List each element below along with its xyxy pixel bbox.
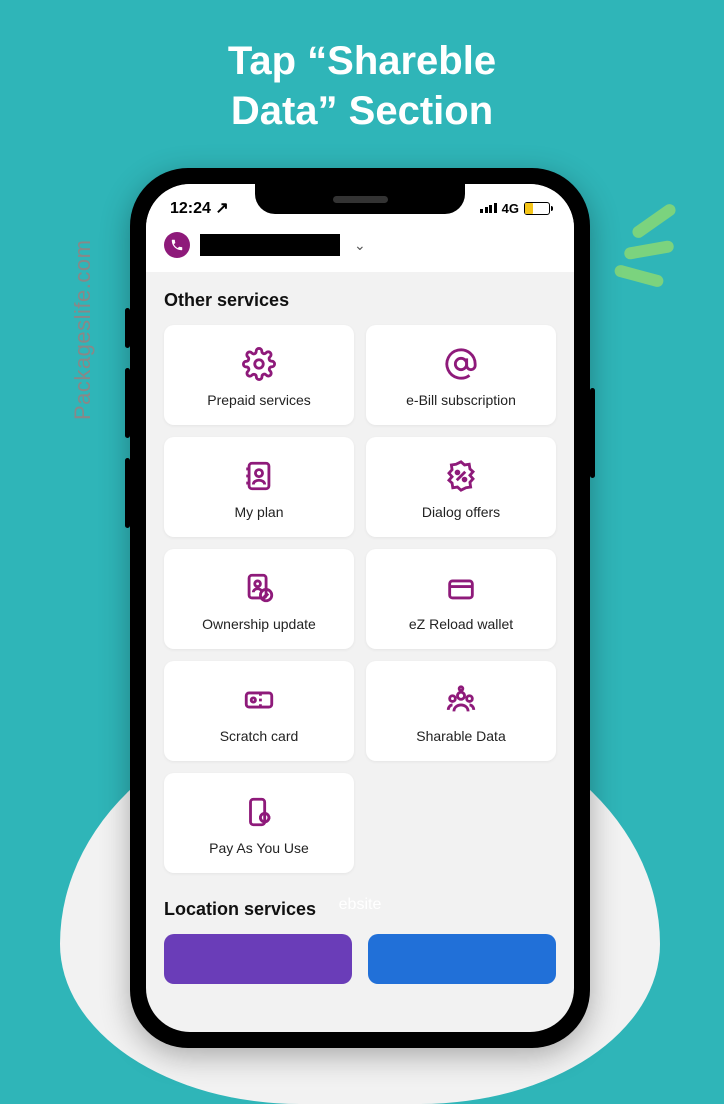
chevron-down-icon[interactable]: ⌄ xyxy=(354,237,366,254)
card-label: Prepaid services xyxy=(207,392,311,408)
watermark-text: Packageslife.com xyxy=(70,240,96,420)
card-label: Dialog offers xyxy=(422,504,500,520)
card-ebill-subscription[interactable]: e-Bill subscription xyxy=(366,325,556,425)
gear-icon xyxy=(241,346,277,382)
phone-screen: 12:24 ↗ 4G ⌄ Other services Prepa xyxy=(146,184,574,1032)
user-group-icon xyxy=(443,682,479,718)
card-my-plan[interactable]: My plan xyxy=(164,437,354,537)
app-header: ⌄ xyxy=(146,226,574,272)
wallet-icon xyxy=(443,570,479,606)
signal-icon xyxy=(480,203,497,213)
card-label: Pay As You Use xyxy=(209,840,309,856)
card-label: Sharable Data xyxy=(416,728,506,744)
phone-gear-icon xyxy=(241,794,277,830)
card-label: My plan xyxy=(234,504,283,520)
card-label: e-Bill subscription xyxy=(406,392,516,408)
phone-notch xyxy=(255,184,465,214)
page-heading: Tap “Shareble Data” Section xyxy=(0,0,724,136)
location-card-purple[interactable] xyxy=(164,934,352,984)
card-label: Ownership update xyxy=(202,616,316,632)
card-ownership-update[interactable]: Ownership update xyxy=(164,549,354,649)
battery-icon xyxy=(524,202,550,215)
card-prepaid-services[interactable]: Prepaid services xyxy=(164,325,354,425)
card-dialog-offers[interactable]: Dialog offers xyxy=(366,437,556,537)
section-title-other-services: Other services xyxy=(164,290,556,311)
account-number-redacted xyxy=(200,234,340,256)
id-check-icon xyxy=(241,570,277,606)
card-pay-as-you-use[interactable]: Pay As You Use xyxy=(164,773,354,873)
accent-lines-decoration xyxy=(604,210,684,290)
phone-frame: 12:24 ↗ 4G ⌄ Other services Prepa xyxy=(130,168,590,1048)
card-label: Scratch card xyxy=(220,728,299,744)
card-scratch-card[interactable]: Scratch card xyxy=(164,661,354,761)
card-sharable-data[interactable]: Sharable Data xyxy=(366,661,556,761)
contact-book-icon xyxy=(241,458,277,494)
location-services-cards xyxy=(164,934,556,984)
card-ez-reload-wallet[interactable]: eZ Reload wallet xyxy=(366,549,556,649)
percent-badge-icon xyxy=(443,458,479,494)
at-sign-icon xyxy=(443,346,479,382)
card-label: eZ Reload wallet xyxy=(409,616,513,632)
services-grid: Prepaid services e-Bill subscription My … xyxy=(164,325,556,873)
network-label: 4G xyxy=(502,201,519,216)
status-time: 12:24 ↗ xyxy=(170,198,229,218)
occluded-text-hint: ebsite xyxy=(339,896,382,914)
location-card-blue[interactable] xyxy=(368,934,556,984)
phone-account-icon xyxy=(164,232,190,258)
ticket-icon xyxy=(241,682,277,718)
